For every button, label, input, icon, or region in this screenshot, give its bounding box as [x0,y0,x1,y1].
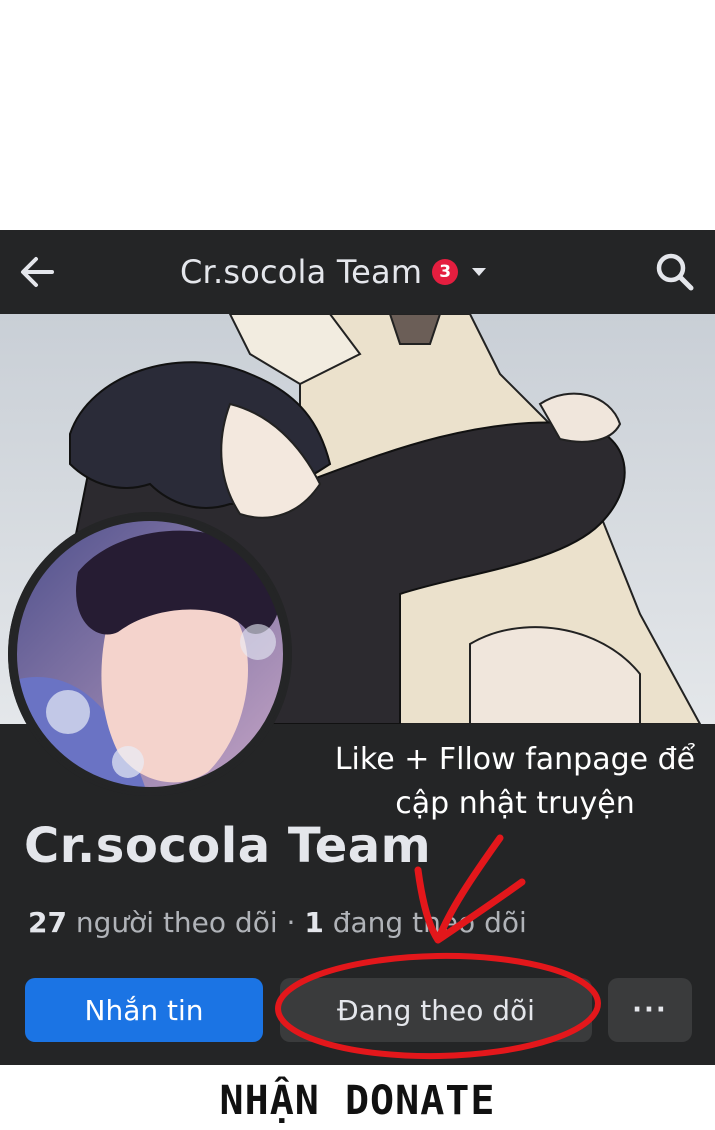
profile-avatar[interactable] [8,512,292,796]
message-button[interactable]: Nhắn tin [25,978,263,1042]
search-button[interactable] [653,250,697,294]
donate-caption: NHẬN DONATE [219,1078,496,1124]
back-arrow-icon [21,257,54,287]
followers-count: 27 [28,906,67,939]
avatar-illustration [8,512,292,796]
more-options-button[interactable]: ··· [608,978,692,1042]
page-name: Cr.socola Team [24,818,432,874]
page-title-switcher[interactable]: Cr.socola Team 3 [180,252,487,292]
following-label[interactable]: đang theo dõi [333,906,527,939]
search-icon [656,253,694,291]
annotation-line-1: Like + Fllow fanpage để [334,742,696,777]
blank-top-area [0,0,715,230]
page-title: Cr.socola Team [180,253,423,291]
page-header: Cr.socola Team 3 [0,230,715,314]
back-button[interactable] [16,250,60,294]
following-button[interactable]: Đang theo dõi [280,978,592,1042]
follow-stats: 27 người theo dõi · 1 đang theo dõi [28,906,527,939]
stats-separator: · [286,906,296,939]
following-count: 1 [304,906,324,939]
notification-badge: 3 [432,259,459,285]
caret-down-icon [472,268,487,276]
followers-label[interactable]: người theo dõi [76,906,278,939]
promo-annotation: Like + Fllow fanpage để cập nhật truyện [330,738,700,826]
